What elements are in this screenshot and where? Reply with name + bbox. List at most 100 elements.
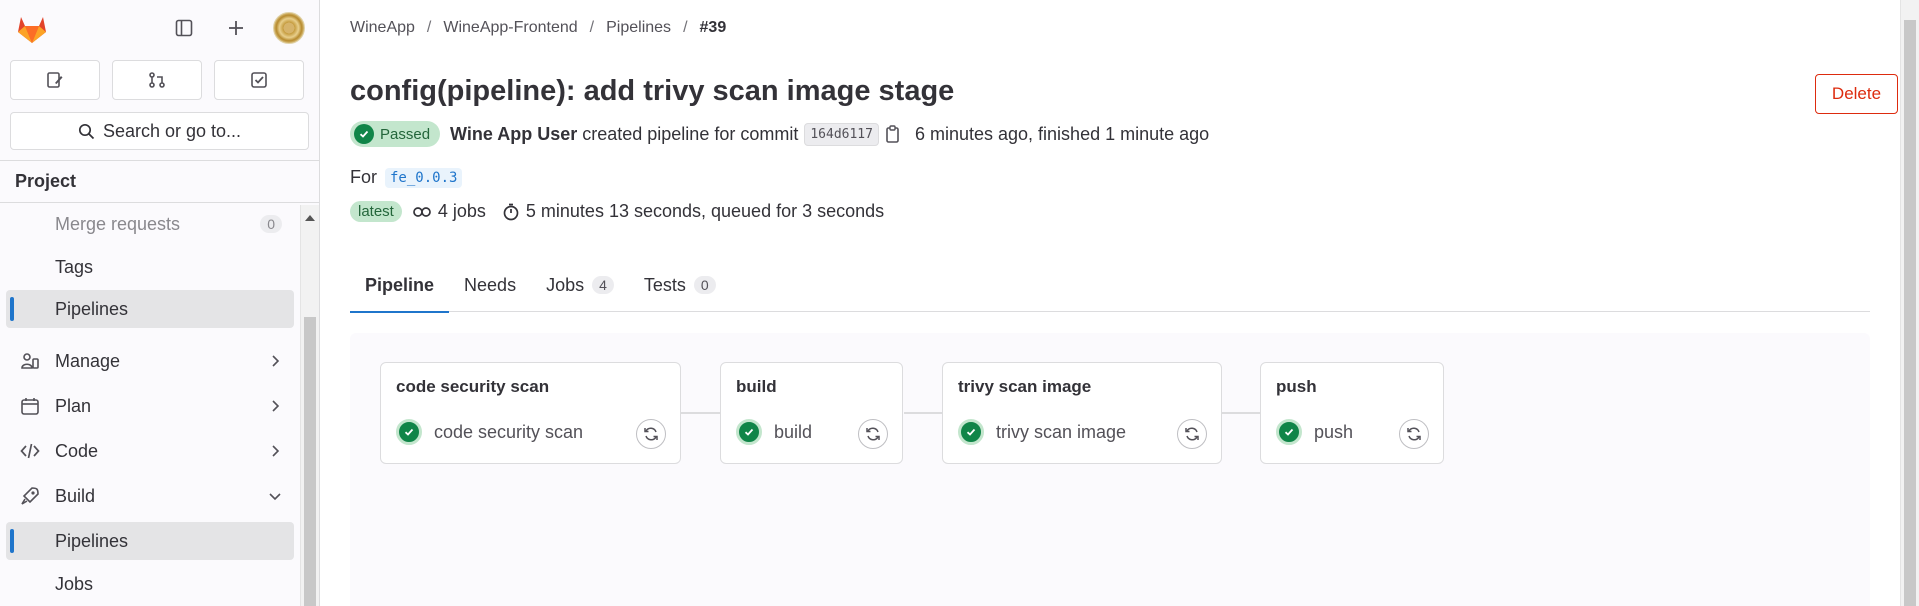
- breadcrumb: WineApp / WineApp-Frontend / Pipelines /…: [350, 19, 727, 37]
- timer-icon: [503, 203, 519, 220]
- breadcrumb-pipelines[interactable]: Pipelines: [606, 19, 671, 37]
- stage-title: push: [1276, 377, 1317, 396]
- pipeline-meta: Passed Wine App User created pipeline fo…: [350, 121, 1209, 147]
- search-button[interactable]: Search or go to...: [10, 112, 309, 150]
- todo-icon: [251, 72, 267, 88]
- sidebar-scroll-thumb[interactable]: [304, 317, 316, 606]
- stage-connector: [1221, 412, 1263, 414]
- sidebar-header: [0, 0, 319, 58]
- stage-connector: [904, 412, 946, 414]
- link-jobs-icon: [413, 206, 431, 217]
- ref-link[interactable]: fe_0.0.3: [385, 167, 463, 188]
- chevron-right-icon: [272, 400, 280, 412]
- page-scroll-thumb[interactable]: [1904, 20, 1916, 606]
- stage-title: build: [736, 377, 777, 396]
- created-text: created pipeline for commit: [582, 123, 799, 144]
- job-name: push: [1314, 421, 1354, 442]
- sidebar-item-pipelines[interactable]: Pipelines: [6, 522, 294, 560]
- sidebar-section-title: Project: [0, 161, 319, 203]
- tab-jobs-count: 4: [592, 276, 614, 294]
- sidebar-item-tags[interactable]: Tags: [6, 248, 294, 286]
- commit-sha[interactable]: 164d6117: [804, 122, 879, 146]
- info-row: latest 4 jobs 5 minutes 13 seconds, queu…: [350, 201, 884, 222]
- page-scrollbar[interactable]: [1900, 0, 1919, 606]
- plus-icon[interactable]: [221, 13, 251, 43]
- stage-title: code security scan: [396, 377, 550, 396]
- stage-connector: [680, 412, 722, 414]
- check-circle-icon: [354, 124, 374, 144]
- job-item[interactable]: code security scan: [396, 419, 583, 445]
- job-name: build: [774, 421, 813, 442]
- tab-needs[interactable]: Needs: [449, 258, 531, 312]
- tab-tests-count: 0: [693, 276, 716, 294]
- retry-icon[interactable]: [1399, 419, 1429, 449]
- breadcrumb-group[interactable]: WineApp: [350, 19, 415, 37]
- breadcrumb-project[interactable]: WineApp-Frontend: [443, 19, 577, 37]
- jobs-count-text: 4 jobs: [437, 201, 486, 221]
- job-name: trivy scan image: [996, 421, 1127, 442]
- check-circle-icon: [736, 419, 762, 445]
- main-content: WineApp / WineApp-Frontend / Pipelines /…: [321, 0, 1899, 606]
- sidebar-group-code[interactable]: Code: [6, 431, 294, 471]
- job-name: code security scan: [434, 421, 584, 442]
- todo-button[interactable]: [214, 60, 304, 100]
- sidebar-nav: Merge requests 0 Tags Pipelines Manage P…: [0, 205, 300, 606]
- sidebar-item-jobs[interactable]: Jobs: [6, 565, 294, 603]
- search-label: Search or go to...: [102, 120, 242, 141]
- time-text: 6 minutes ago, finished 1 minute ago: [914, 123, 1210, 144]
- search-icon: [78, 123, 95, 139]
- job-item[interactable]: build: [736, 419, 812, 445]
- tab-pipeline[interactable]: Pipeline: [350, 258, 450, 313]
- check-circle-icon: [958, 419, 984, 445]
- users-icon: [21, 353, 39, 369]
- check-circle-icon: [1276, 419, 1302, 445]
- breadcrumb-current[interactable]: #39: [700, 19, 727, 37]
- code-icon: [20, 443, 40, 459]
- author-link[interactable]: Wine App User: [450, 124, 577, 145]
- toggle-sidebar-icon[interactable]: [169, 13, 199, 43]
- calendar-icon: [21, 398, 39, 415]
- stage-column: trivy scan image trivy scan image: [942, 362, 1222, 464]
- retry-icon[interactable]: [1177, 419, 1207, 449]
- sidebar: Search or go to... Project Merge request…: [0, 0, 320, 606]
- pipeline-tabs: Pipeline Needs Jobs 4 Tests 0: [350, 258, 1870, 313]
- stage-column: code security scan code security scan: [380, 362, 681, 464]
- stage-column: build build: [720, 362, 903, 464]
- status-badge[interactable]: Passed: [350, 121, 441, 147]
- issues-button[interactable]: [10, 60, 100, 100]
- copy-icon[interactable]: [885, 124, 901, 144]
- sidebar-group-plan[interactable]: Plan: [6, 386, 294, 426]
- for-label: For: [350, 167, 377, 187]
- scroll-up-arrow-icon[interactable]: [305, 215, 315, 221]
- user-avatar[interactable]: [273, 12, 305, 44]
- issues-icon: [47, 72, 63, 88]
- job-item[interactable]: push: [1276, 419, 1353, 445]
- retry-icon[interactable]: [636, 419, 666, 449]
- stage-title: trivy scan image: [958, 377, 1092, 396]
- retry-icon[interactable]: [858, 419, 888, 449]
- gitlab-logo-icon[interactable]: [14, 11, 50, 47]
- sidebar-group-build[interactable]: Build: [6, 476, 294, 516]
- duration-text: 5 minutes 13 seconds, queued for 3 secon…: [525, 201, 885, 221]
- chevron-right-icon: [272, 445, 280, 457]
- job-item[interactable]: trivy scan image: [958, 419, 1126, 445]
- ref-row: For fe_0.0.3: [350, 167, 463, 188]
- delete-button[interactable]: Delete: [1815, 74, 1898, 114]
- stage-column: push push: [1260, 362, 1444, 464]
- check-circle-icon: [396, 419, 422, 445]
- rocket-icon: [21, 487, 39, 505]
- merge-requests-count: 0: [260, 215, 282, 233]
- pipeline-graph: code security scan code security scan bu…: [350, 333, 1870, 606]
- sidebar-scrollbar[interactable]: [300, 205, 319, 606]
- chevron-down-icon: [269, 493, 281, 501]
- sidebar-item-pipelines-pinned[interactable]: Pipelines: [6, 290, 294, 328]
- chevron-right-icon: [272, 355, 280, 367]
- tab-tests[interactable]: Tests 0: [629, 258, 731, 312]
- sidebar-item-merge-requests[interactable]: Merge requests 0: [6, 205, 294, 243]
- merge-request-icon: [149, 72, 165, 88]
- sidebar-group-manage[interactable]: Manage: [6, 341, 294, 381]
- tab-jobs[interactable]: Jobs 4: [531, 258, 629, 312]
- latest-badge: latest: [350, 201, 402, 222]
- page-title: config(pipeline): add trivy scan image s…: [350, 75, 955, 107]
- merge-requests-button[interactable]: [112, 60, 202, 100]
